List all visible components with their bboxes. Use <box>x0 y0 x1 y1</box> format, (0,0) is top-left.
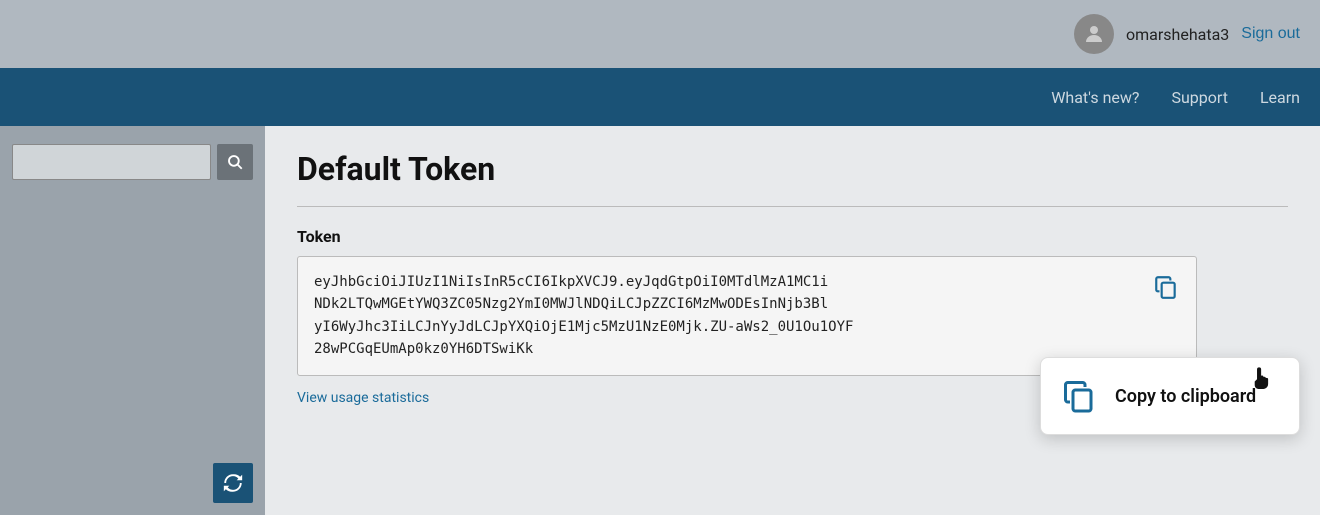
token-label: Token <box>297 227 1288 246</box>
view-stats-link[interactable]: View usage statistics <box>297 390 429 406</box>
token-line-3: yI6WyJhc3IiLCJnYyJdLCJpYXQiOjE1Mjc5MzU1N… <box>314 319 853 335</box>
sidebar-spacer <box>0 198 265 451</box>
copy-to-clipboard-button[interactable] <box>1146 267 1186 307</box>
nav-item-whats-new[interactable]: What's new? <box>1051 88 1139 107</box>
title-divider <box>297 206 1288 207</box>
tooltip-copy-icon <box>1057 374 1101 418</box>
main-layout: Default Token Token eyJhbGciOiJIUzI1NiIs… <box>0 126 1320 515</box>
search-icon <box>226 153 244 171</box>
top-bar: omarshehata3 Sign out <box>0 0 1320 68</box>
search-input[interactable] <box>12 144 211 180</box>
username-label: omarshehata3 <box>1126 25 1229 44</box>
refresh-row <box>0 451 265 515</box>
copy-tooltip-label: Copy to clipboard <box>1115 386 1256 407</box>
sidebar <box>0 126 265 515</box>
token-line-4: 28wPCGqEUmAp0kz0YH6DTSwiKk <box>314 341 533 357</box>
nav-bar: What's new? Support Learn <box>0 68 1320 126</box>
search-button[interactable] <box>217 144 253 180</box>
copy-to-clipboard-icon <box>1153 274 1179 300</box>
person-icon <box>1082 22 1106 46</box>
avatar <box>1074 14 1114 54</box>
nav-item-support[interactable]: Support <box>1171 88 1227 107</box>
search-row <box>0 126 265 198</box>
page-title: Default Token <box>297 150 1288 188</box>
token-line-1: eyJhbGciOiJIUzI1NiIsInR5cCI6IkpXVCJ9.eyJ… <box>314 274 828 290</box>
copy-icon-large <box>1061 378 1097 414</box>
refresh-icon <box>222 472 244 494</box>
copy-tooltip-popup: Copy to clipboard <box>1040 357 1300 435</box>
nav-item-learn[interactable]: Learn <box>1260 88 1300 107</box>
token-line-2: NDk2LTQwMGEtYWQ3ZC05Nzg2YmI0MWJlNDQiLCJp… <box>314 296 828 312</box>
sign-out-button[interactable]: Sign out <box>1241 25 1300 43</box>
content-area: Default Token Token eyJhbGciOiJIUzI1NiIs… <box>265 126 1320 515</box>
refresh-button[interactable] <box>213 463 253 503</box>
